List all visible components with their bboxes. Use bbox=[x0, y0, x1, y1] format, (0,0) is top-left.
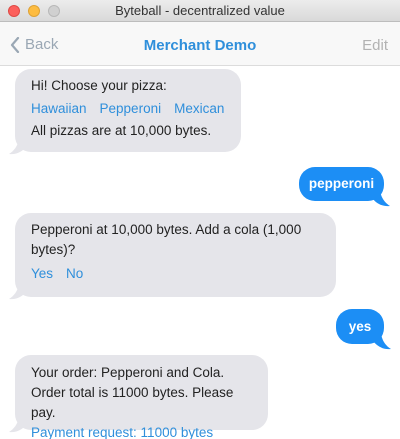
incoming-message-2: Pepperoni at 10,000 bytes. Add a cola (1… bbox=[15, 213, 336, 297]
message-text: Hi! Choose your pizza: bbox=[31, 78, 167, 93]
navigation-bar: Back Merchant Demo Edit bbox=[0, 22, 400, 66]
message-text: yes bbox=[348, 319, 372, 334]
message-text: Order total is 11000 bytes. Please pay. bbox=[31, 385, 234, 420]
window-title: Byteball - decentralized value bbox=[115, 3, 285, 18]
message-text: bytes)? bbox=[31, 242, 76, 257]
outgoing-message-1: pepperoni bbox=[299, 167, 384, 201]
message-text: pepperoni bbox=[308, 176, 375, 191]
message-text: Your order: Pepperoni and Cola. bbox=[31, 365, 225, 380]
option-hawaiian-link[interactable]: Hawaiian bbox=[31, 101, 87, 116]
option-no-link[interactable]: No bbox=[66, 266, 83, 281]
window-titlebar: Byteball - decentralized value bbox=[0, 0, 400, 22]
incoming-message-3: Your order: Pepperoni and Cola. Order to… bbox=[15, 355, 268, 439]
incoming-message-1: Hi! Choose your pizza: Hawaiian Pepperoni… bbox=[15, 69, 241, 152]
option-yes-link[interactable]: Yes bbox=[31, 266, 53, 281]
edit-button[interactable]: Edit bbox=[362, 37, 388, 54]
message-text: Pepperoni at 10,000 bytes. Add a cola (1… bbox=[31, 222, 302, 237]
chat-title: Merchant Demo bbox=[143, 37, 257, 54]
outgoing-message-2: yes bbox=[336, 309, 384, 344]
message-text: All pizzas are at 10,000 bytes. bbox=[31, 123, 212, 138]
option-mexican-link[interactable]: Mexican bbox=[174, 101, 224, 116]
payment-request-link[interactable]: Payment request: 11000 bytes bbox=[31, 423, 254, 439]
option-pepperoni-link[interactable]: Pepperoni bbox=[100, 101, 162, 116]
